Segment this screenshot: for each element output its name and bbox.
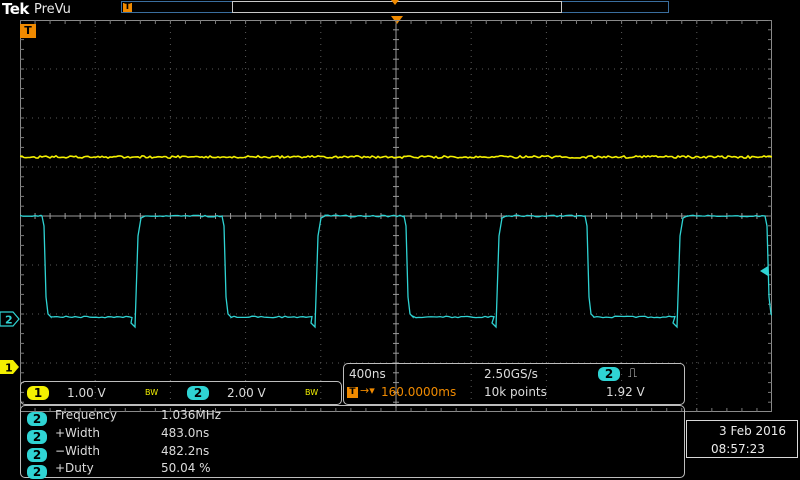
trigger-source-badge[interactable]: 2 <box>598 367 620 381</box>
measurement-row: 2 +Duty 50.04 % <box>27 461 327 480</box>
trigger-position: 160.0000ms <box>381 385 456 399</box>
ch2-scale: 2.00 V <box>227 386 266 400</box>
sample-rate: 2.50GS/s <box>484 367 538 381</box>
ch2-marker-shape-icon: 2 <box>0 311 20 327</box>
trigger-level-arrow-icon[interactable] <box>760 266 768 276</box>
rising-edge-icon: ⎍ <box>628 366 637 381</box>
date: 3 Feb 2016 <box>719 424 786 438</box>
tek-logo: Tek <box>2 0 29 18</box>
ch2-badge[interactable]: 2 <box>187 386 209 400</box>
time: 08:57:23 <box>711 442 765 456</box>
ch1-badge[interactable]: 1 <box>27 386 49 400</box>
ch2-ground-marker[interactable]: 2 <box>0 311 14 325</box>
measurement-label: −Width <box>55 444 100 458</box>
ch1-marker-shape-icon: 1 <box>0 359 20 375</box>
datetime-box[interactable]: 3 Feb 2016 08:57:23 <box>686 420 798 458</box>
measurement-source-badge: 2 <box>27 412 47 426</box>
ch2-bandwidth-limit-icon: BW <box>305 388 318 397</box>
record-trigger-icon: T <box>123 3 132 12</box>
measurement-label: +Duty <box>55 461 94 475</box>
svg-text:1: 1 <box>5 362 13 375</box>
record-length: 10k points <box>484 385 547 399</box>
measurements-box[interactable]: 2 Frequency 1.036MHz 2 +Width 483.0ns 2 … <box>20 405 685 478</box>
horizontal-scale: 400ns <box>349 367 386 381</box>
measurement-row: 2 +Width 483.0ns <box>27 426 327 445</box>
trigger-position-icon: T <box>347 387 358 398</box>
ch1-ground-marker[interactable]: 1 <box>0 359 14 373</box>
measurement-source-badge: 2 <box>27 430 47 444</box>
graticule <box>20 20 772 412</box>
measurement-label: Frequency <box>55 408 117 422</box>
measurement-value: 1.036MHz <box>161 408 221 422</box>
measurement-value: 482.2ns <box>161 444 209 458</box>
ch1-bandwidth-limit-icon: BW <box>145 388 158 397</box>
measurement-source-badge: 2 <box>27 465 47 479</box>
measurement-value: 483.0ns <box>161 426 209 440</box>
ch1-scale: 1.00 V <box>67 386 106 400</box>
acquisition-mode: PreVu <box>34 2 71 17</box>
svg-text:2: 2 <box>5 314 13 327</box>
measurement-label: +Width <box>55 426 100 440</box>
view-center-marker-icon <box>391 0 399 5</box>
trigger-arrow-icon: →▾ <box>360 384 375 397</box>
measurement-row: 2 Frequency 1.036MHz <box>27 408 327 427</box>
measurement-value: 50.04 % <box>161 461 211 475</box>
trigger-level: 1.92 V <box>606 385 645 399</box>
trigger-time-icon: T <box>20 24 36 38</box>
channel-settings-box[interactable]: 1 1.00 V BW 2 2.00 V BW <box>20 381 342 405</box>
measurement-source-badge: 2 <box>27 448 47 462</box>
acquisition-trigger-box[interactable]: 400ns 2.50GS/s 2 ⎍ T →▾ 160.0000ms 10k p… <box>343 363 685 405</box>
